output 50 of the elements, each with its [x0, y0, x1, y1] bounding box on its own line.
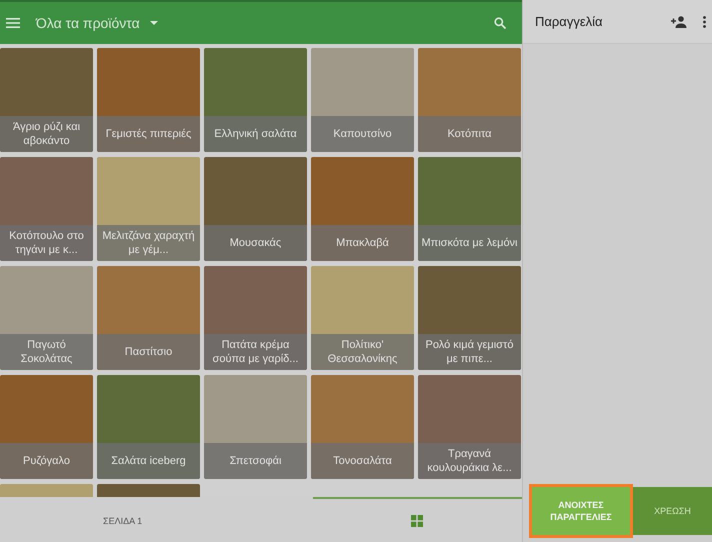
product-tile[interactable]: Άγριο ρύζι και αβοκάντο: [0, 48, 93, 152]
product-name: Ελληνική σαλάτα: [204, 116, 307, 152]
open-orders-button[interactable]: ΑΝΟΙΧΤΕΣ ΠΑΡΑΓΓΕΛΙΕΣ: [532, 487, 630, 535]
product-tile[interactable]: Ελληνική σαλάτα: [204, 48, 307, 152]
product-tile[interactable]: Καπουτσίνο: [311, 48, 414, 152]
product-tile[interactable]: Μπακλαβά: [311, 157, 414, 261]
product-name: Μελιτζάνα χαραχτή με γέμ...: [97, 225, 200, 261]
product-tile[interactable]: Πατάτα κρέμα σούπα με γαρίδ...: [204, 266, 307, 370]
product-name: Καπουτσίνο: [311, 116, 414, 152]
grid-icon: [411, 514, 424, 526]
product-tile[interactable]: Κοτόπιτα: [418, 48, 521, 152]
product-name: Άγριο ρύζι και αβοκάντο: [0, 116, 93, 152]
product-name: Παγωτό Σοκολάτας: [0, 334, 93, 370]
product-tile[interactable]: Ρυζόγαλο: [0, 375, 93, 479]
product-tile[interactable]: Κοτόπουλο στο τηγάνι με κ...: [0, 157, 93, 261]
product-name: Ρυζόγαλο: [0, 443, 93, 479]
search-icon[interactable]: [494, 17, 506, 29]
product-tile[interactable]: Τραγανά κουλουράκια λε...: [418, 375, 521, 479]
product-name: Πολίτικο' Θεσσαλονίκης: [311, 334, 414, 370]
product-name: Ρολό κιμά γεμιστό με πιπε...: [418, 334, 521, 370]
product-tile[interactable]: Σπετσοφάι: [204, 375, 307, 479]
charge-button[interactable]: ΧΡΕΩΣΗ: [633, 487, 712, 535]
more-icon[interactable]: [703, 16, 706, 28]
add-person-icon[interactable]: [671, 16, 687, 28]
product-name: Σαλάτα iceberg: [97, 443, 200, 479]
product-name: Παστίτσιο: [97, 334, 200, 370]
caret-icon: [150, 21, 158, 25]
product-name: Μπισκότα με λεμόνι: [418, 225, 521, 261]
product-tile[interactable]: Παγωτό Σοκολάτας: [0, 266, 93, 370]
product-name: Τραγανά κουλουράκια λε...: [418, 443, 521, 479]
product-tile[interactable]: Τονοσαλάτα: [311, 375, 414, 479]
product-name: Κοτόπουλο στο τηγάνι με κ...: [0, 225, 93, 261]
product-tile[interactable]: Πολίτικο' Θεσσαλονίκης: [311, 266, 414, 370]
product-tile[interactable]: Παστίτσιο: [97, 266, 200, 370]
product-tile[interactable]: Μπισκότα με λεμόνι: [418, 157, 521, 261]
product-tile[interactable]: Ρολό κιμά γεμιστό με πιπε...: [418, 266, 521, 370]
product-tile[interactable]: Μελιτζάνα χαραχτή με γέμ...: [97, 157, 200, 261]
product-name: Μπακλαβά: [311, 225, 414, 261]
product-tile[interactable]: Μουσακάς: [204, 157, 307, 261]
product-name: Γεμιστές πιπεριές: [97, 116, 200, 152]
order-title: Παραγγελία: [535, 14, 604, 29]
product-name: Μουσακάς: [204, 225, 307, 261]
product-name: Κοτόπιτα: [418, 116, 521, 152]
product-name: Σπετσοφάι: [204, 443, 307, 479]
product-tile[interactable]: Σαλάτα iceberg: [97, 375, 200, 479]
product-name: Τονοσαλάτα: [311, 443, 414, 479]
product-tile[interactable]: Γεμιστές πιπεριές: [97, 48, 200, 152]
menu-icon[interactable]: [6, 18, 20, 28]
category-dropdown[interactable]: Όλα τα προϊόντα: [36, 15, 158, 31]
product-name: Πατάτα κρέμα σούπα με γαρίδ...: [204, 334, 307, 370]
